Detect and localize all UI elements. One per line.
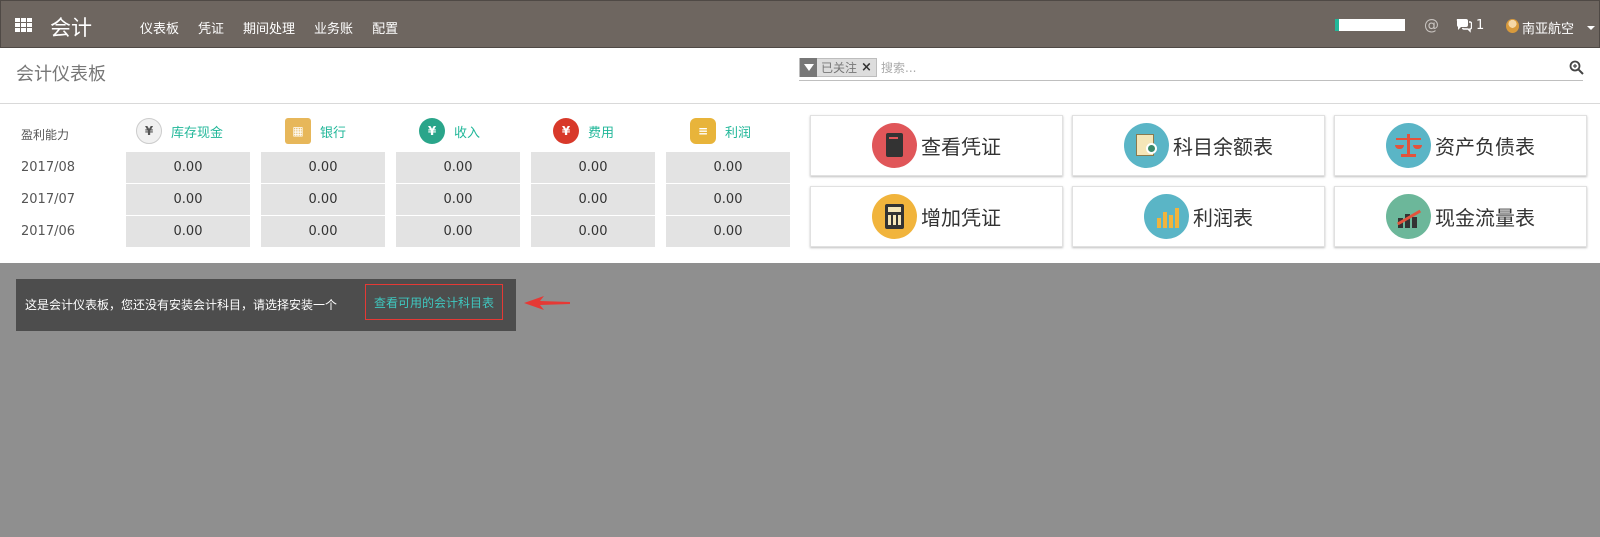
- column-header-profit[interactable]: ≡ 利润: [690, 117, 751, 145]
- value-cell[interactable]: 0.00: [531, 184, 655, 215]
- tile-label: 资产负债表: [1435, 135, 1535, 159]
- search-facet: 已关注 ×: [799, 58, 877, 77]
- value-cell[interactable]: 0.00: [126, 216, 250, 247]
- chat-count[interactable]: 1: [1476, 18, 1484, 33]
- bank-icon: ▦: [285, 118, 311, 144]
- value-cell[interactable]: 0.00: [261, 216, 385, 247]
- chat-icon[interactable]: [1456, 17, 1472, 33]
- tile-label: 利润表: [1193, 206, 1253, 230]
- column-label: 收入: [454, 125, 481, 141]
- value-cell[interactable]: 0.00: [531, 216, 655, 247]
- menu-item-config[interactable]: 配置: [372, 18, 398, 37]
- tile-income-statement[interactable]: 利润表: [1072, 186, 1325, 247]
- tile-view-voucher[interactable]: 查看凭证: [810, 115, 1063, 176]
- no-chart-of-accounts-alert: 这是会计仪表板，您还没有安装会计科目，请选择安装一个 查看可用的会计科目表: [16, 279, 516, 331]
- value-cell[interactable]: 0.00: [666, 152, 790, 183]
- chevron-down-icon[interactable]: [1587, 26, 1595, 30]
- tile-label: 查看凭证: [921, 135, 1001, 159]
- breadcrumb: 会计仪表板: [16, 64, 106, 85]
- menu-item-period[interactable]: 期间处理: [243, 18, 295, 37]
- column-header-expense[interactable]: ¥ 费用: [553, 117, 614, 145]
- bar-chart-icon: [1144, 194, 1189, 239]
- accounting-dashboard: 盈利能力 ¥ 库存现金 ▦ 银行 ¥ 收入 ¥ 费用 ≡ 利润 2017/08 …: [0, 104, 1600, 263]
- app-title: 会计: [50, 16, 92, 40]
- arrow-left-icon: [524, 296, 570, 310]
- value-cell[interactable]: 0.00: [261, 152, 385, 183]
- calculator-icon: [872, 194, 917, 239]
- column-header-bank[interactable]: ▦ 银行: [285, 117, 346, 145]
- top-navbar: 会计 仪表板 凭证 期间处理 业务账 配置 @ 1 南亚航空: [0, 0, 1600, 48]
- user-name[interactable]: 南亚航空: [1522, 18, 1574, 37]
- period-label: 2017/06: [21, 224, 76, 239]
- menu-item-dashboard[interactable]: 仪表板: [140, 18, 179, 37]
- tile-label: 增加凭证: [921, 206, 1001, 230]
- column-label: 银行: [320, 125, 347, 141]
- value-cell[interactable]: 0.00: [396, 184, 520, 215]
- tile-add-voucher[interactable]: 增加凭证: [810, 186, 1063, 247]
- balance-sheet-icon: [1124, 123, 1169, 168]
- alert-message: 这是会计仪表板，您还没有安装会计科目，请选择安装一个: [25, 298, 338, 312]
- progress-indicator: [1335, 19, 1405, 31]
- tile-label: 现金流量表: [1435, 206, 1535, 230]
- column-header-cash[interactable]: ¥ 库存现金: [136, 117, 223, 145]
- tile-balance-sheet[interactable]: 资产负债表: [1334, 115, 1587, 176]
- avatar[interactable]: [1506, 19, 1519, 33]
- value-cell[interactable]: 0.00: [396, 216, 520, 247]
- profit-coins-icon: ≡: [690, 118, 716, 144]
- value-cell[interactable]: 0.00: [261, 184, 385, 215]
- view-chart-templates-link[interactable]: 查看可用的会计科目表: [365, 284, 503, 320]
- menu-item-ledger[interactable]: 业务账: [314, 18, 353, 37]
- at-mention-icon[interactable]: @: [1424, 16, 1439, 34]
- facet-label: 已关注: [821, 61, 858, 75]
- column-label: 费用: [588, 125, 615, 141]
- facet-remove-button[interactable]: ×: [861, 60, 876, 75]
- tile-account-balance[interactable]: 科目余额表: [1072, 115, 1325, 176]
- income-icon: ¥: [419, 118, 445, 144]
- period-label: 2017/07: [21, 192, 76, 207]
- menu-item-voucher[interactable]: 凭证: [198, 18, 224, 37]
- search-box: 已关注 ×: [799, 58, 1584, 81]
- value-cell[interactable]: 0.00: [666, 184, 790, 215]
- trend-chart-icon: [1386, 194, 1431, 239]
- value-cell[interactable]: 0.00: [396, 152, 520, 183]
- profitability-label: 盈利能力: [21, 128, 70, 142]
- value-cell[interactable]: 0.00: [531, 152, 655, 183]
- scale-icon: [1386, 123, 1431, 168]
- column-label: 库存现金: [171, 125, 224, 141]
- filter-icon: [800, 58, 817, 77]
- value-cell[interactable]: 0.00: [666, 216, 790, 247]
- column-label: 利润: [725, 125, 752, 141]
- search-input[interactable]: [881, 58, 1521, 77]
- cash-icon: ¥: [136, 118, 162, 144]
- tile-label: 科目余额表: [1173, 135, 1273, 159]
- value-cell[interactable]: 0.00: [126, 152, 250, 183]
- value-cell[interactable]: 0.00: [126, 184, 250, 215]
- tile-cash-flow[interactable]: 现金流量表: [1334, 186, 1587, 247]
- search-icon[interactable]: [1569, 60, 1584, 75]
- main-menu: 仪表板 凭证 期间处理 业务账 配置: [140, 18, 417, 37]
- expense-icon: ¥: [553, 118, 579, 144]
- voucher-book-icon: [872, 123, 917, 168]
- apps-grid-icon[interactable]: [15, 18, 32, 32]
- period-label: 2017/08: [21, 160, 76, 175]
- control-panel: 会计仪表板 已关注 ×: [0, 48, 1600, 104]
- column-header-income[interactable]: ¥ 收入: [419, 117, 480, 145]
